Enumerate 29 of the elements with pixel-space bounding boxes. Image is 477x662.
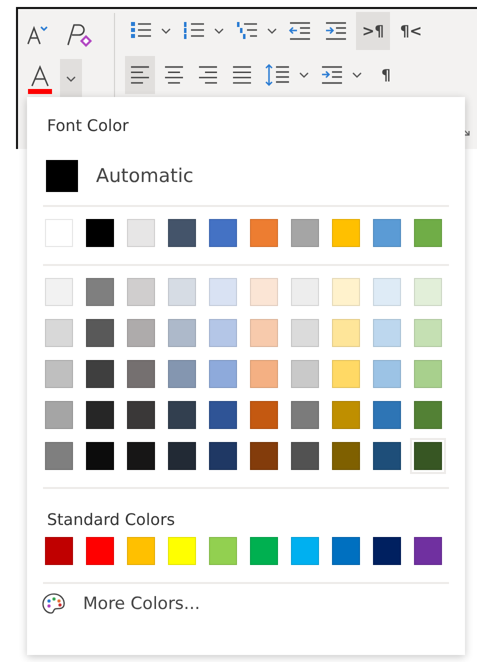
- caret-icon: [66, 76, 76, 82]
- font-color-icon: [26, 64, 54, 94]
- caret-icon: [267, 28, 277, 34]
- line-spacing-icon: [265, 63, 291, 87]
- justify-icon: [231, 64, 253, 86]
- caret-icon: [161, 28, 171, 34]
- paragraph-button[interactable]: ¶: [369, 56, 403, 94]
- paragraph-button[interactable]: >¶: [356, 12, 390, 50]
- multilevel-list-icon: [235, 20, 259, 42]
- color-swatch[interactable]: [410, 438, 446, 474]
- caret-icon: [214, 28, 224, 34]
- palette-icon: [41, 592, 67, 616]
- dialog-launcher-icon[interactable]: [462, 128, 470, 136]
- font-size-icon: [26, 24, 50, 46]
- paragraph-button[interactable]: ¶<: [394, 12, 428, 50]
- caret-icon: [299, 72, 309, 78]
- indent-icon: [320, 64, 344, 86]
- automatic-color-option[interactable]: Automatic: [46, 160, 194, 192]
- menu-title: Font Color: [46, 115, 130, 137]
- more-colors-option[interactable]: More Colors...: [41, 592, 200, 616]
- align-center-icon: [163, 64, 185, 86]
- align-left-icon: [129, 64, 151, 86]
- section-title: Standard Colors: [46, 509, 176, 531]
- indent-icon: [324, 20, 348, 42]
- align-right-icon: [197, 64, 219, 86]
- outdent-icon: [288, 20, 312, 42]
- numbered-list-icon: [182, 20, 206, 42]
- caret-icon: [352, 72, 362, 78]
- align-left-button[interactable]: [125, 56, 155, 94]
